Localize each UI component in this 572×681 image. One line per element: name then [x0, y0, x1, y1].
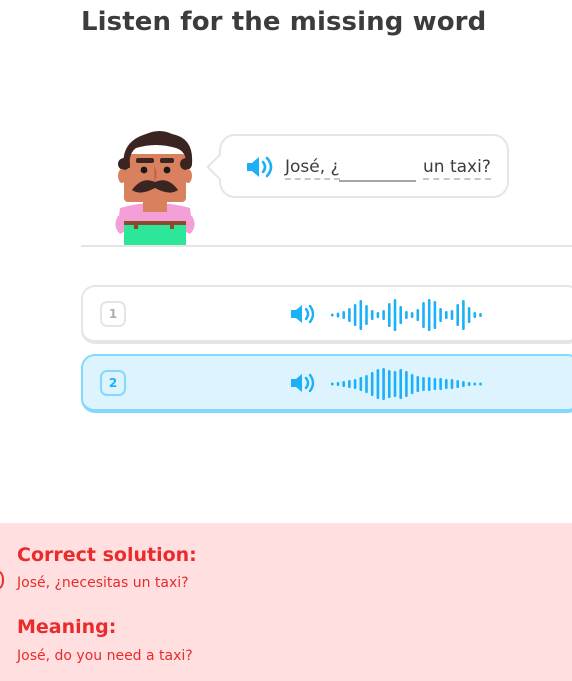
missing-word-blank — [339, 180, 416, 182]
correct-solution-text: José, ¿necesitas un taxi? — [17, 575, 189, 591]
meaning-heading: Meaning: — [17, 616, 117, 638]
correct-solution-heading: Correct solution: — [17, 544, 197, 566]
option-number: 2 — [100, 370, 126, 396]
audio-option-2[interactable]: 2 — [81, 354, 572, 413]
panel-edge-icon — [0, 571, 4, 589]
audio-waveform-icon — [329, 298, 489, 332]
prompt-text-after[interactable]: un taxi? — [423, 156, 491, 180]
speaker-icon — [290, 372, 316, 394]
speaker-icon — [290, 303, 316, 325]
audio-option-1[interactable]: 1 — [81, 285, 572, 344]
character-avatar — [110, 128, 200, 246]
feedback-panel: Correct solution: José, ¿necesitas un ta… — [0, 523, 572, 681]
meaning-text: José, do you need a taxi? — [17, 648, 193, 664]
prompt-bubble: José, ¿ un taxi? — [219, 134, 509, 198]
option-number: 1 — [100, 301, 126, 327]
page-title: Listen for the missing word — [81, 7, 487, 37]
section-divider — [81, 245, 572, 247]
speaker-icon[interactable] — [245, 155, 275, 179]
exercise-page: Listen for the missing word José, ¿ un t… — [0, 0, 572, 681]
audio-waveform-icon — [329, 367, 489, 401]
prompt-text-before[interactable]: José, ¿ — [285, 156, 340, 180]
